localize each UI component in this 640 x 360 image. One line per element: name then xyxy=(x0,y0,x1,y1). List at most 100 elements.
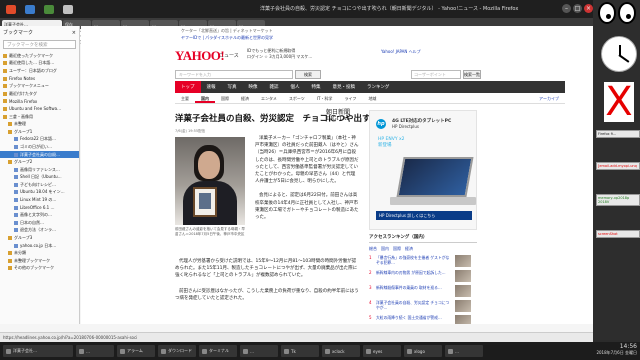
nav-tab[interactable]: 写真 xyxy=(222,81,243,93)
bookmark-item[interactable]: 子ども向けレシピ… xyxy=(0,181,79,189)
ranking-item[interactable]: 4 洋菓子会社員の自殺、労災認定 チョコにつやが… xyxy=(369,300,477,312)
ranking-tab[interactable]: 総合 xyxy=(369,246,377,252)
archive-link[interactable]: アーカイブ xyxy=(533,94,565,103)
bookmark-item[interactable]: Shell 日記（Ubuntu… xyxy=(0,174,79,182)
taskbar-item[interactable]: ダウンロード xyxy=(158,345,196,357)
yahoo-logo[interactable]: YAHOO! xyxy=(175,48,225,64)
bookmark-item[interactable]: Linux Mint 19 の… xyxy=(0,196,79,204)
hp-advertisement[interactable]: hp 4G LTE対応のタブレットPC HP Directplus HP ENV… xyxy=(369,110,477,230)
nav-tab[interactable]: 速報 xyxy=(201,81,222,93)
ranking-text[interactable]: 新幹線車内の刃物男 が原因で起訴した… xyxy=(376,270,452,275)
news-label[interactable]: ニュース xyxy=(219,52,239,59)
bookmark-item[interactable]: 洋菓子会社員の自殺… xyxy=(0,150,79,159)
minimize-button[interactable]: – xyxy=(562,4,571,13)
ranking-text[interactable]: 大粒の雨降り続く 国土交通省が警戒… xyxy=(376,315,452,320)
news-search-button[interactable]: 検索 xyxy=(295,70,321,79)
taskbar-item[interactable]: … xyxy=(240,345,278,357)
bookmark-item[interactable]: 日本の自然… xyxy=(0,219,79,227)
ranking-text[interactable]: 新幹線殺傷事件の乗員の 取材を巡る… xyxy=(376,285,452,290)
taskbar-item[interactable]: … xyxy=(76,345,114,357)
nav-tab[interactable]: 映像 xyxy=(243,81,264,93)
bookmark-item[interactable]: ゴミの日が近い… xyxy=(0,143,79,151)
ranking-tab[interactable]: 経済 xyxy=(405,246,413,252)
keyword-button[interactable]: 検索一覧 xyxy=(463,70,481,79)
bookmark-item[interactable]: 最近付けたタグ xyxy=(0,90,79,98)
ranking-tab[interactable]: 国際 xyxy=(393,246,401,252)
taskbar-clock[interactable]: 14:56 2018年7月6日 金曜日 xyxy=(596,344,637,356)
bookmark-item[interactable]: グループ3 xyxy=(0,234,79,242)
taskbar-item[interactable]: 洋菓子会社… xyxy=(3,345,73,357)
bookmark-search-input[interactable]: ブックマークを検索 xyxy=(3,40,76,49)
ranking-item[interactable]: 5 大粒の雨降り続く 国土交通省が警戒… xyxy=(369,315,477,324)
ranking-text[interactable]: 洋菓子会社員の自殺、労災認定 チョコにつやが… xyxy=(376,300,452,310)
window-titlebar[interactable]: 洋菓子会社員の自殺、労災認定 チョコにつや出す吹られ（朝日新聞デジタル） - Y… xyxy=(0,0,593,18)
login-notice[interactable]: IDでもっと便利に新規取得 ログイン ☆ 3カ月3,000円 マスケ… xyxy=(247,48,312,60)
bookmark-item[interactable]: その他のブックマーク xyxy=(0,265,79,273)
keyword-input[interactable]: コーザーポイント xyxy=(411,70,461,79)
taskbar-item[interactable]: eyes xyxy=(363,345,401,357)
nav-tab[interactable]: ランキング xyxy=(361,81,395,93)
source-logo[interactable]: 朝日新聞 DIGITAL xyxy=(326,110,350,122)
bookmark-item[interactable]: Ubuntu and Free Softwa… xyxy=(0,105,79,113)
terminal-icon[interactable] xyxy=(44,4,54,14)
bookmark-item[interactable]: グループ1 xyxy=(0,128,79,136)
subnav-tab[interactable]: 経済 xyxy=(235,94,255,103)
nav-tab[interactable]: 特集 xyxy=(306,81,327,93)
bookmark-item[interactable]: 画像用リファレンス… xyxy=(0,166,79,174)
subnav-tab[interactable]: IT・科学 xyxy=(311,94,339,103)
bookmark-item[interactable]: 未整理ブックマーク xyxy=(0,257,79,265)
subnav-tab[interactable]: 主要 xyxy=(175,94,195,103)
settings-icon[interactable] xyxy=(63,4,73,14)
ranking-item[interactable]: 3 新幹線殺傷事件の乗員の 取材を巡る… xyxy=(369,285,477,297)
subnav-tab[interactable]: 地域 xyxy=(362,94,382,103)
nav-tab[interactable]: トップ xyxy=(175,81,201,93)
ad-line-1[interactable]: ケーター「北鮮直送」の旨 | ディネットマーケット xyxy=(181,28,273,34)
firefox-icon[interactable] xyxy=(6,4,16,14)
nav-tab[interactable]: 雑誌 xyxy=(264,81,285,93)
bookmark-item[interactable]: グループ2 xyxy=(0,158,79,166)
taskbar-item[interactable]: xlogo xyxy=(404,345,442,357)
subnav-tab[interactable]: 国際 xyxy=(215,94,235,103)
bookmark-item[interactable]: 最近使用した… 日本語… xyxy=(0,60,79,68)
bookmark-item[interactable]: Firefox Notes xyxy=(0,75,79,83)
bookmark-item[interactable]: Mozilla Firefox xyxy=(0,98,79,106)
bookmark-item[interactable]: 未整理 xyxy=(0,120,79,128)
ranking-item[interactable]: 2 新幹線車内の刃物男 が原因で起訴した… xyxy=(369,270,477,282)
subnav-tab[interactable]: エンタメ xyxy=(255,94,283,103)
nav-tab[interactable]: 個人 xyxy=(285,81,306,93)
news-search-input[interactable]: キーワードを入力 xyxy=(175,70,293,79)
taskbar-item[interactable]: ターミナル xyxy=(199,345,237,357)
maximize-button[interactable]: □ xyxy=(573,4,582,13)
bookmark-item[interactable]: Fedora22 日本語… xyxy=(0,136,79,144)
subnav-tab[interactable]: ライフ xyxy=(338,94,362,103)
desktop-widget[interactable]: memory-xp2018p 2018V xyxy=(596,194,640,206)
nav-tab[interactable]: 意見・投稿 xyxy=(327,81,362,93)
subnav-tab[interactable]: スポーツ xyxy=(283,94,311,103)
bookmark-item[interactable]: Ubuntu 18.04 をイン… xyxy=(0,189,79,197)
bookmark-item[interactable]: LibreOffice 6.1 … xyxy=(0,204,79,212)
taskbar-item[interactable]: アラーム xyxy=(117,345,155,357)
close-button[interactable]: × xyxy=(584,4,593,13)
bookmark-item[interactable]: 三倉・画像用 xyxy=(0,113,79,121)
ranking-item[interactable]: 1 「暴言行為」の強豪校を主催者 ゲストがなぞる犯罪… xyxy=(369,255,477,267)
files-icon[interactable] xyxy=(25,4,35,14)
ranking-tab[interactable]: 国内 xyxy=(381,246,389,252)
desktop-widget[interactable]: Firefox fi… xyxy=(596,130,640,138)
taskbar-item[interactable]: Tk xyxy=(281,345,319,357)
bookmark-item[interactable]: 未分類 xyxy=(0,249,79,257)
taskbar-item[interactable]: … xyxy=(445,345,483,357)
close-icon[interactable]: × xyxy=(72,30,76,36)
ad-line-2[interactable]: ヤフーIDで | パラダイスホテルの最新と世界の見学 xyxy=(181,35,273,41)
desktop-widget[interactable]: [email-add-myopi-unq xyxy=(596,162,640,170)
bookmark-item[interactable]: yahoo.co.jp 日本… xyxy=(0,242,79,250)
bookmark-item[interactable]: 画像と文字列の… xyxy=(0,211,79,219)
bookmark-item[interactable]: 退会方法（オンラ… xyxy=(0,227,79,235)
ranking-text[interactable]: 「暴言行為」の強豪校を主催者 ゲストがなぞる犯罪… xyxy=(376,255,452,265)
subnav-tab[interactable]: 国内 xyxy=(195,94,215,103)
bookmark-item[interactable]: 最近使ったブックマーク xyxy=(0,52,79,60)
ad-footer[interactable]: HP Directplus 詳しくはこちら xyxy=(376,211,472,220)
bookmark-item[interactable]: ブックマークメニュー xyxy=(0,82,79,90)
desktop-widget[interactable]: screenShot xyxy=(596,230,640,238)
top-links[interactable]: Yahoo! JAPAN ヘルプ xyxy=(381,49,421,55)
taskbar-item[interactable]: xclock xyxy=(322,345,360,357)
